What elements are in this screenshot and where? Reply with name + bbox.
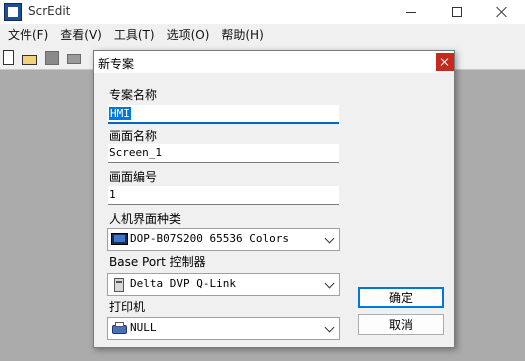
- window-title: ScrEdit: [28, 4, 71, 18]
- new-project-dialog: 新专案 专案名称 HMI 画面名称 Screen_1 画面编号 1 人机界面种类…: [93, 50, 455, 348]
- menu-bar: 文件(F) 查看(V) 工具(T) 选项(O) 帮助(H): [0, 24, 525, 46]
- close-icon: [496, 6, 508, 18]
- minimize-button[interactable]: [388, 0, 434, 24]
- chevron-down-icon: [324, 278, 335, 289]
- new-file-icon[interactable]: [1, 50, 17, 66]
- printer-select[interactable]: NULL: [107, 317, 340, 340]
- print-icon[interactable]: [66, 50, 82, 66]
- hmi-type-label: 人机界面种类: [109, 212, 182, 226]
- open-folder-icon[interactable]: [22, 50, 38, 66]
- menu-view[interactable]: 查看(V): [54, 24, 108, 46]
- close-window-button[interactable]: [479, 0, 525, 24]
- base-port-select[interactable]: Delta DVP Q-Link: [107, 273, 340, 296]
- app-icon: [4, 3, 22, 21]
- menu-help[interactable]: 帮助(H): [215, 24, 269, 46]
- maximize-icon: [452, 7, 462, 17]
- base-port-value: Delta DVP Q-Link: [130, 277, 236, 290]
- printer-value: NULL: [130, 321, 157, 334]
- minimize-icon: [406, 11, 416, 13]
- maximize-button[interactable]: [434, 0, 480, 24]
- menu-file[interactable]: 文件(F): [2, 24, 54, 46]
- project-name-input[interactable]: HMI: [108, 105, 339, 124]
- hmi-type-value: DOP-B07S200 65536 Colors: [130, 232, 289, 245]
- dialog-close-button[interactable]: [436, 53, 454, 71]
- chevron-down-icon: [324, 233, 335, 244]
- menu-options[interactable]: 选项(O): [161, 24, 216, 46]
- close-icon: [441, 58, 449, 66]
- save-icon[interactable]: [44, 50, 60, 66]
- cancel-button[interactable]: 取消: [358, 314, 444, 335]
- title-bar: ScrEdit: [0, 0, 525, 24]
- menu-tools[interactable]: 工具(T): [108, 24, 161, 46]
- screen-number-label: 画面编号: [109, 170, 158, 184]
- hmi-type-select[interactable]: DOP-B07S200 65536 Colors: [107, 228, 340, 251]
- screen-name-label: 画面名称: [109, 129, 158, 143]
- ok-button[interactable]: 确定: [358, 287, 444, 308]
- printer-label: 打印机: [109, 300, 146, 314]
- screen-name-input[interactable]: Screen_1: [108, 144, 339, 163]
- dialog-title: 新专案: [98, 57, 135, 71]
- plc-controller-icon: [111, 278, 128, 292]
- base-port-label: Base Port 控制器: [109, 255, 206, 269]
- project-name-label: 专案名称: [109, 88, 158, 102]
- printer-icon: [111, 322, 128, 335]
- screen-number-input[interactable]: 1: [108, 186, 339, 205]
- project-name-value: HMI: [109, 107, 131, 120]
- monitor-icon: [111, 233, 128, 246]
- dialog-title-bar: 新专案: [94, 51, 454, 73]
- chevron-down-icon: [324, 322, 335, 333]
